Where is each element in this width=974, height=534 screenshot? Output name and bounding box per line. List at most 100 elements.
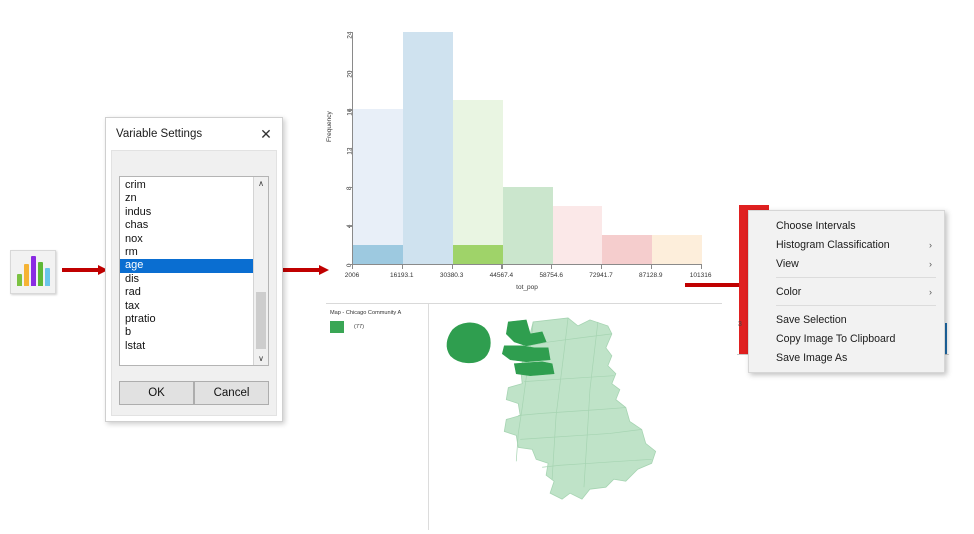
x-axis-ticks — [352, 265, 702, 271]
y-tick-mark — [348, 148, 352, 150]
menu-item-histogram-classification[interactable]: Histogram Classification › — [749, 235, 944, 254]
histogram-bar-total — [552, 206, 603, 264]
scroll-up-icon[interactable]: ∧ — [254, 177, 268, 190]
menu-item-label: Choose Intervals — [776, 219, 856, 232]
variable-list-item-nox[interactable]: nox — [120, 233, 253, 246]
y-tick-mark — [348, 186, 352, 188]
x-tick-label: 72941.7 — [589, 272, 613, 279]
histogram-chart[interactable]: Frequency 24 20 16 12 8 4 0 2006 16193.1 30380.3… — [326, 24, 712, 304]
variable-list-item-b[interactable]: b — [120, 326, 253, 339]
x-tick-mark — [501, 265, 503, 269]
y-tick-mark — [348, 70, 352, 72]
x-tick-mark — [352, 265, 354, 269]
x-axis-tick-labels: 2006 16193.1 30380.3 44567.4 58754.6 72941.7 8… — [345, 272, 712, 284]
x-tick-mark — [601, 265, 603, 269]
cancel-button[interactable]: Cancel — [194, 381, 269, 405]
y-tick-mark — [348, 32, 352, 34]
histogram-bar-total — [452, 99, 503, 264]
x-axis-title: tot_pop — [516, 284, 538, 291]
menu-item-copy-image-to-clipboard[interactable]: Copy Image To Clipboard — [749, 329, 944, 348]
map-legend-row: (77) — [330, 321, 424, 333]
chevron-right-icon: › — [929, 239, 932, 250]
variable-list-item-tax[interactable]: tax — [120, 300, 253, 313]
histogram-bar[interactable] — [502, 32, 553, 264]
variable-list[interactable]: crim zn indus chas nox rm age dis rad tax ptratio b… — [120, 177, 253, 365]
histogram-bar[interactable] — [552, 32, 603, 264]
x-tick-label: 58754.6 — [539, 272, 563, 279]
menu-item-label: Save Image As — [776, 351, 848, 364]
variable-list-item-indus[interactable]: indus — [120, 206, 253, 219]
menu-item-label: Color — [776, 285, 802, 298]
x-tick-label: 87128.9 — [639, 272, 663, 279]
menu-item-save-image-as[interactable]: Save Image As — [749, 348, 944, 367]
scrollbar-thumb[interactable] — [256, 292, 266, 349]
variable-list-item-rad[interactable]: rad — [120, 286, 253, 299]
y-tick-mark — [348, 225, 352, 227]
histogram-bar-total — [652, 235, 702, 264]
y-tick-mark — [348, 109, 352, 111]
histogram-icon-bar — [30, 256, 36, 286]
histogram-context-menu[interactable]: Choose Intervals Histogram Classification… — [748, 210, 945, 373]
background-tick-label: 3 — [738, 321, 742, 328]
x-tick-mark — [650, 265, 652, 269]
histogram-bar[interactable] — [602, 32, 653, 264]
selected-community-area[interactable] — [513, 361, 555, 376]
histogram-bars[interactable] — [353, 32, 702, 264]
histogram-icon-bar — [23, 264, 29, 286]
selected-community-area[interactable] — [501, 345, 551, 363]
x-tick-label: 44567.4 — [489, 272, 514, 279]
chevron-right-icon: › — [929, 286, 932, 297]
variable-list-item-ptratio[interactable]: ptratio — [120, 313, 253, 326]
arrow-icon-to-dialog — [62, 265, 108, 275]
menu-item-save-selection[interactable]: Save Selection — [749, 310, 944, 329]
selected-community-area[interactable] — [446, 322, 491, 364]
x-tick-mark — [551, 265, 553, 269]
variable-list-item-age[interactable]: age — [120, 259, 253, 273]
map-legend: Map - Chicago Community A (77) — [326, 304, 429, 530]
ok-button[interactable]: OK — [119, 381, 194, 405]
dialog-buttons: OK Cancel — [119, 381, 269, 405]
menu-item-label: Save Selection — [776, 313, 847, 326]
variable-list-box[interactable]: crim zn indus chas nox rm age dis rad tax ptratio b… — [119, 176, 269, 366]
histogram-toolbar-icon[interactable] — [10, 250, 56, 294]
x-tick-mark — [401, 265, 403, 269]
map-legend-swatch — [330, 321, 344, 333]
menu-item-label: View — [776, 257, 799, 270]
variable-list-item-chas[interactable]: chas — [120, 219, 253, 232]
histogram-bar-total — [602, 235, 653, 264]
dialog-titlebar: Variable Settings ✕ — [106, 118, 282, 150]
histogram-bar-total — [403, 32, 453, 264]
chicago-map-svg — [446, 317, 657, 500]
dialog-title: Variable Settings — [116, 128, 203, 140]
x-tick-label: 2006 — [344, 272, 360, 279]
menu-separator — [776, 305, 936, 306]
menu-item-view[interactable]: View › — [749, 254, 944, 273]
variable-list-item-crim[interactable]: crim — [120, 179, 253, 192]
variable-list-item-dis[interactable]: dis — [120, 273, 253, 286]
menu-separator — [776, 277, 936, 278]
variable-settings-dialog: Variable Settings ✕ crim zn indus chas nox rm… — [105, 117, 283, 422]
variable-list-item-zn[interactable]: zn — [120, 192, 253, 205]
scroll-down-icon[interactable]: ∨ — [254, 352, 268, 365]
histogram-bar[interactable] — [353, 32, 404, 264]
variable-list-scrollbar[interactable]: ∧ ∨ — [253, 177, 268, 365]
x-tick-mark — [451, 265, 453, 269]
map-legend-count: (77) — [354, 324, 364, 330]
histogram-icon-bar — [37, 262, 43, 286]
menu-item-label: Histogram Classification — [776, 238, 890, 251]
chicago-map[interactable] — [430, 304, 722, 529]
variable-list-item-lstat[interactable]: lstat — [120, 340, 253, 353]
histogram-bar[interactable] — [452, 32, 503, 264]
menu-item-choose-intervals[interactable]: Choose Intervals — [749, 216, 944, 235]
menu-item-color[interactable]: Color › — [749, 282, 944, 301]
close-icon[interactable]: ✕ — [256, 124, 276, 144]
arrow-shaft — [62, 268, 99, 272]
histogram-bar-selected — [452, 244, 503, 264]
histogram-bar-total — [502, 186, 553, 264]
x-tick-label: 16193.1 — [390, 272, 414, 279]
histogram-bar[interactable] — [652, 32, 702, 264]
histogram-bar[interactable] — [403, 32, 453, 264]
menu-item-label: Copy Image To Clipboard — [776, 332, 896, 345]
y-axis-title: Frequency — [326, 111, 333, 142]
variable-list-item-rm[interactable]: rm — [120, 246, 253, 259]
